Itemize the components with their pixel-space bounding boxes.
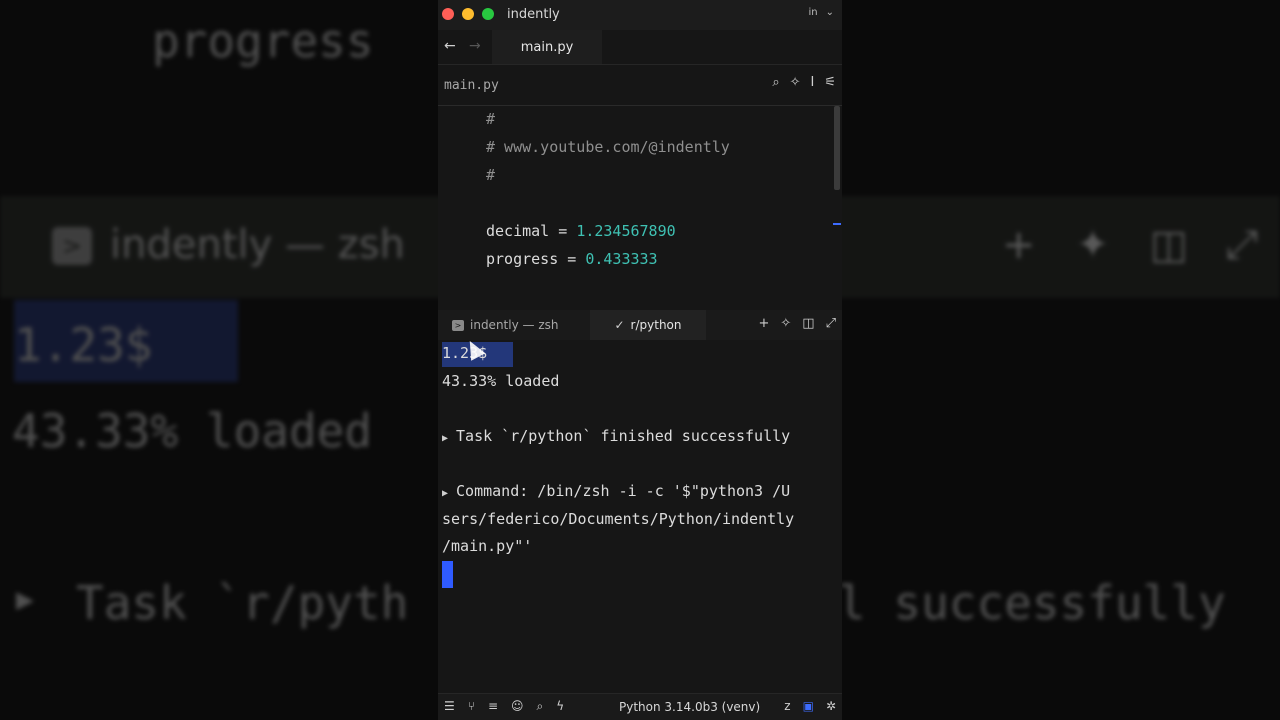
terminal-task-line[interactable]: ▶ Task `r/python` finished successfully (442, 427, 790, 445)
code-editor[interactable]: # # www.youtube.com/@indently # decimal … (438, 106, 842, 310)
scrollbar-marker (833, 223, 841, 225)
bg-line2: 43.33% loaded (12, 404, 373, 458)
breadcrumb: main.py ⌕ ✧ I ⚟ (438, 65, 842, 106)
close-window-button[interactable] (442, 8, 454, 20)
tab-zsh[interactable]: > indently — zsh (452, 310, 558, 340)
breadcrumb-file[interactable]: main.py (444, 78, 499, 93)
back-arrow-icon[interactable]: ← (444, 38, 456, 54)
disclosure-triangle-icon[interactable]: ▶ (442, 488, 448, 499)
split-pane-icon[interactable]: ◫ (802, 316, 814, 331)
maximize-icon[interactable]: ⤢ (826, 316, 836, 331)
zoom-window-button[interactable] (482, 8, 494, 20)
terminal-command-line[interactable]: ▶ Command: /bin/zsh -i -c '$"python3 /U (442, 482, 790, 500)
bg-code-text: progress (152, 14, 374, 68)
code-line: # www.youtube.com/@indently (486, 138, 730, 156)
bg-terminal-icon: > (52, 227, 92, 265)
editor-scrollbar[interactable] (834, 106, 840, 190)
status-bar: ☰ ⑂ ≡ ☺ ⌕ ϟ Python 3.14.0b3 (venv) z ▣ ✲ (438, 693, 842, 720)
tab-r-python-label: r/python (630, 318, 682, 332)
terminal-panel-icon[interactable]: ▣ (803, 699, 814, 713)
bg-line1: 1.23$ (14, 318, 153, 372)
terminal-line: 43.33% loaded (442, 372, 560, 390)
assistant-sparkle-icon[interactable]: ✧ (780, 316, 791, 331)
forward-arrow-icon[interactable]: → (469, 38, 481, 54)
code-line-decimal: decimal = 1.234567890 (486, 222, 676, 240)
bg-sparkle-icon: ✦ (1076, 222, 1110, 268)
terminal-line: /main.py"' (442, 537, 533, 555)
code-line-progress: progress = 0.433333 (486, 250, 658, 268)
bg-line3-left: Task `r/pyth (76, 576, 409, 630)
account-badge[interactable]: in (808, 7, 817, 18)
minimize-window-button[interactable] (462, 8, 474, 20)
sparkle-icon[interactable]: ✧ (790, 75, 801, 90)
decimal-value: 1.234567890 (576, 222, 676, 240)
git-branch-icon[interactable]: ⑂ (468, 699, 475, 714)
new-terminal-plus-icon[interactable]: + (758, 316, 769, 331)
terminal-icon: > (452, 319, 464, 331)
task-status-text: Task `r/python` finished successfully (456, 427, 791, 445)
terminal-tab-bar: > indently — zsh ✓ r/python + ✧ ◫ ⤢ (438, 310, 842, 340)
search-icon[interactable]: ⌕ (537, 699, 544, 714)
settings-sliders-icon[interactable]: ⚟ (824, 75, 836, 90)
code-line: # (486, 166, 496, 184)
lightning-icon[interactable]: ϟ (556, 699, 564, 714)
terminal-line: sers/federico/Documents/Python/indently (442, 510, 795, 528)
ide-window: indently in ⌄ ← → main.py main.py ⌕ ✧ I … (438, 0, 842, 720)
progress-value: 0.433333 (585, 250, 658, 268)
title-bar: indently in ⌄ (438, 0, 842, 30)
disclosure-triangle-icon[interactable]: ▶ (442, 433, 448, 444)
terminal-output[interactable]: 1.23$ 43.33% loaded ▶ Task `r/python` fin… (438, 337, 842, 694)
text-cursor-icon[interactable]: I (811, 75, 815, 90)
code-line: # (486, 110, 496, 128)
search-icon[interactable]: ⌕ (772, 75, 779, 90)
bg-line3-right: l successfully (838, 576, 1226, 630)
terminal-cursor (442, 561, 453, 588)
bg-plus-icon: + (1002, 222, 1036, 268)
collaborators-icon[interactable]: ☺ (511, 699, 524, 714)
editor-tab-bar: ← → main.py (438, 30, 842, 65)
check-icon: ✓ (614, 318, 625, 332)
tab-zsh-label: indently — zsh (470, 318, 559, 332)
decimal-assign: decimal = (486, 222, 577, 240)
python-interpreter[interactable]: Python 3.14.0b3 (venv) (619, 700, 760, 714)
debug-bug-icon[interactable]: ✲ (826, 699, 836, 713)
tab-main-py[interactable]: main.py (492, 30, 602, 64)
bg-split-icon: ◫ (1150, 222, 1188, 268)
outline-list-icon[interactable]: ≡ (488, 699, 498, 714)
window-title: indently (507, 7, 560, 22)
chevron-down-icon[interactable]: ⌄ (826, 7, 834, 18)
progress-assign: progress = (486, 250, 586, 268)
project-panel-icon[interactable]: ☰ (444, 699, 455, 714)
bg-expand-icon: ⤢ (1226, 222, 1258, 268)
bg-triangle-icon: ▶ (16, 582, 35, 617)
tab-r-python[interactable]: ✓ r/python (590, 310, 706, 340)
zz-icon[interactable]: z (784, 699, 790, 713)
command-text: Command: /bin/zsh -i -c '$"python3 /U (456, 482, 791, 500)
bg-terminal-title: indently — zsh (110, 222, 405, 268)
